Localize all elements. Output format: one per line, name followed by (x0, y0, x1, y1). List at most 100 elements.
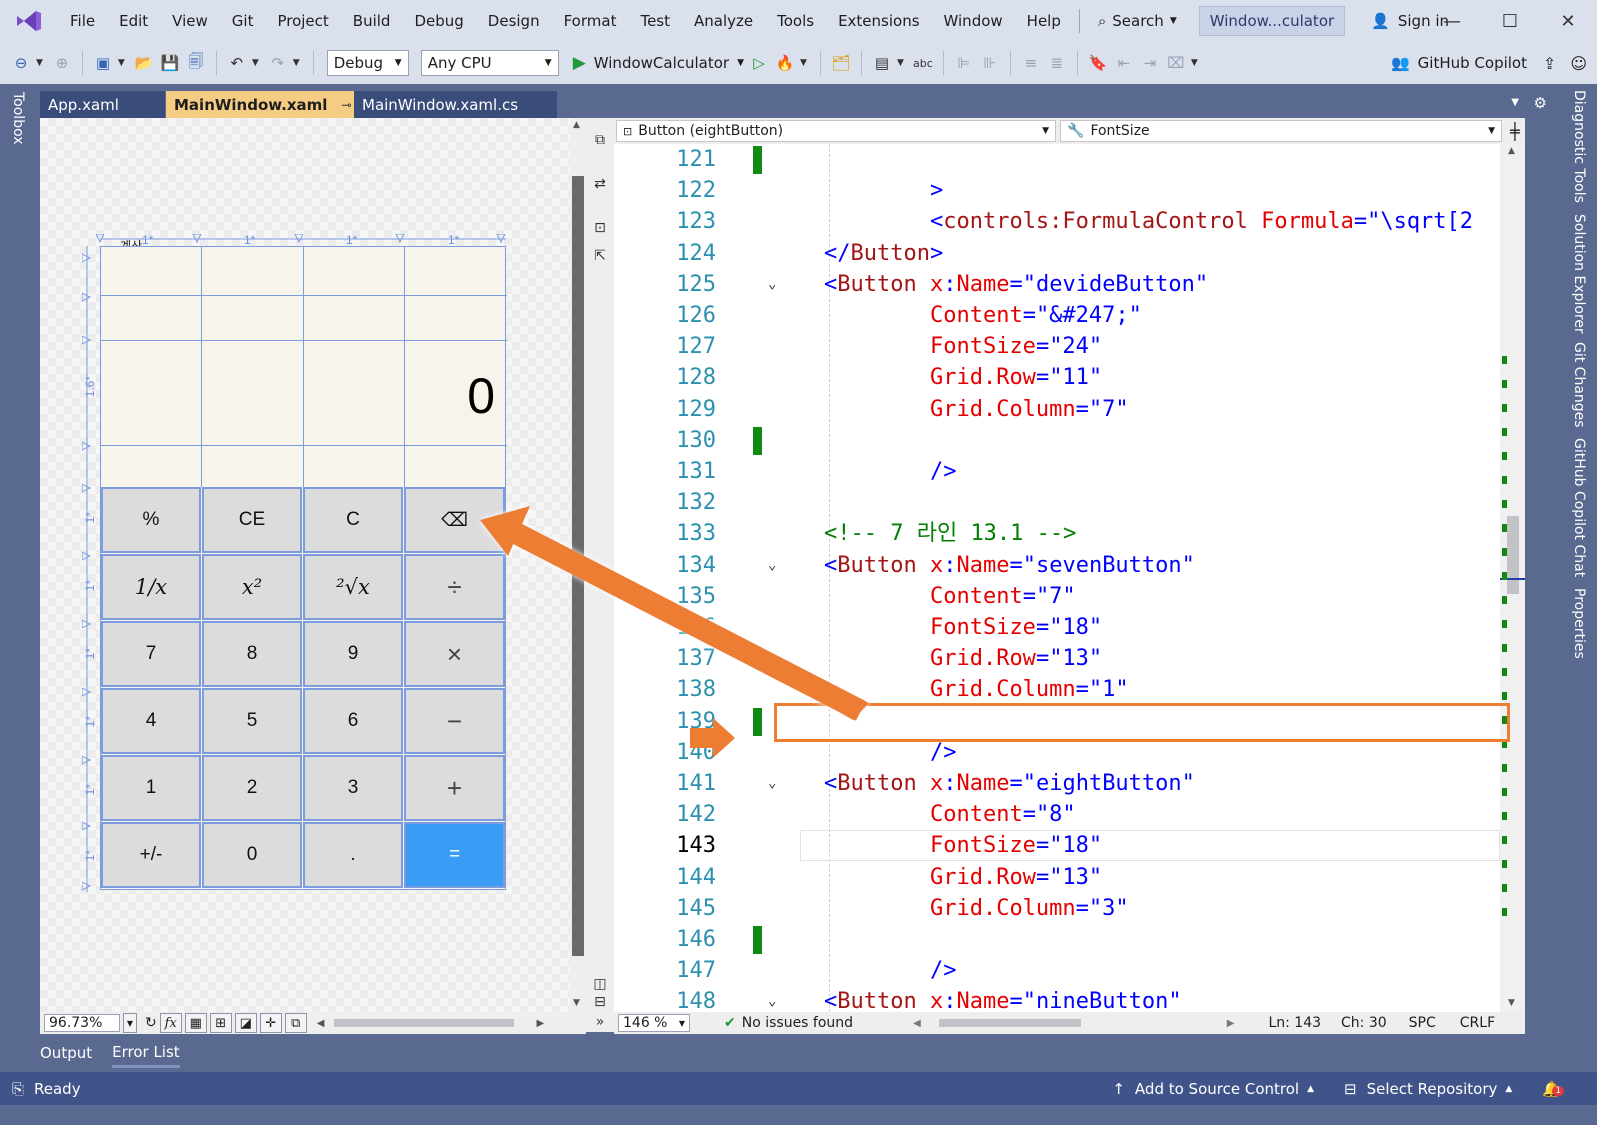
code-line[interactable]: 145 Grid.Column="3" (614, 893, 1500, 924)
three-button[interactable]: 3 (303, 755, 403, 821)
code-line[interactable]: 131 /> (614, 456, 1500, 487)
select-repository-button[interactable]: Select Repository (1367, 1080, 1498, 1098)
output-tab[interactable]: Output (40, 1040, 92, 1066)
new-project-icon[interactable]: ▣ (92, 52, 114, 74)
snap-lines-icon[interactable]: ✛ (259, 1013, 282, 1033)
scroll-thumb[interactable] (1507, 516, 1519, 594)
fold-toggle-icon[interactable]: ⌄ (768, 269, 776, 300)
designer-vertical-scrollbar[interactable]: ▲ ▼ (570, 118, 586, 1032)
scroll-down-icon[interactable]: ▼ (1508, 998, 1515, 1008)
menu-item-build[interactable]: Build (341, 0, 403, 42)
seven-button[interactable]: 7 (101, 621, 201, 687)
reciprocal-button[interactable]: 1/x (101, 554, 201, 620)
square-button[interactable]: x² (202, 554, 302, 620)
snap-grid-icon[interactable]: ⊞ (209, 1013, 232, 1033)
horizontal-scroll-thumb[interactable] (334, 1019, 515, 1027)
code-line[interactable]: 147 /> (614, 955, 1500, 986)
close-icon[interactable]: ✕ (1539, 0, 1597, 42)
expand-pane-icon[interactable]: ⇱ (592, 248, 608, 264)
chevron-down-icon[interactable]: ▼ (118, 58, 125, 68)
solution-explorer-icon[interactable]: 🗂 (830, 52, 852, 74)
scroll-down-icon[interactable]: ▼ (573, 998, 580, 1008)
code-line[interactable]: 142 Content="8" (614, 799, 1500, 830)
tab-mainwindow-xaml[interactable]: MainWindow.xaml ⊸ ✕ (166, 91, 375, 118)
row-size-label[interactable]: 1* (83, 716, 97, 727)
add-split-icon[interactable]: ╪ (1510, 122, 1520, 141)
code-line[interactable]: 137 Grid.Row="13" (614, 643, 1500, 674)
row-size-label[interactable]: 1.6* (83, 376, 97, 397)
code-line[interactable]: 146 (614, 924, 1500, 955)
fold-toggle-icon[interactable]: ⌄ (768, 768, 776, 799)
hot-reload-icon[interactable]: 🔥 (774, 52, 796, 74)
properties-tab[interactable]: Properties (1571, 588, 1587, 659)
previous-bookmark-icon[interactable]: ⇤ (1113, 52, 1135, 74)
maximize-icon[interactable]: ☐ (1481, 0, 1539, 42)
code-line[interactable]: 132 (614, 487, 1500, 518)
editor-zoom-dropdown[interactable]: 146 % ▼ (618, 1014, 690, 1032)
row-size-label[interactable]: 1* (83, 850, 97, 861)
collapse-pane-icon[interactable]: » (592, 1014, 608, 1030)
split-vertical-icon[interactable]: ⊟ (592, 994, 608, 1010)
align-left-icon[interactable]: ⊫ (953, 52, 975, 74)
comment-icon[interactable]: ≡ (1020, 52, 1042, 74)
redo-icon[interactable]: ↷ (267, 52, 289, 74)
pop-out-icon[interactable]: ⧉ (592, 132, 608, 148)
clear-bookmarks-icon[interactable]: ⌧ (1165, 52, 1187, 74)
settings-gear-icon[interactable]: ⚙ (1534, 94, 1547, 112)
scroll-up-icon[interactable]: ▲ (1508, 146, 1515, 156)
code-line[interactable]: 133 <!-- 7 라인 13.1 --> (614, 518, 1500, 549)
add-to-source-control-button[interactable]: Add to Source Control (1135, 1080, 1299, 1098)
indent-indicator[interactable]: SPC (1409, 1015, 1436, 1031)
code-line[interactable]: 128 Grid.Row="11" (614, 362, 1500, 393)
github-copilot-chat-tab[interactable]: GitHub Copilot Chat (1571, 438, 1587, 577)
scroll-up-icon[interactable]: ▲ (573, 120, 580, 130)
code-line[interactable]: 121 (614, 144, 1500, 175)
diagnostic-tools-tab[interactable]: Diagnostic Tools (1571, 90, 1587, 203)
code-line[interactable]: 138 Grid.Column="1" (614, 674, 1500, 705)
code-line[interactable]: 134 ⌄ <Button x:Name="sevenButton" (614, 550, 1500, 581)
toolbox-tab[interactable]: Toolbox (10, 92, 26, 145)
property-dropdown[interactable]: 🔧 FontSize ▼ (1060, 120, 1502, 142)
start-debugging-button[interactable]: ▶ WindowCalculator ▼ (573, 53, 744, 73)
code-line[interactable]: 135 Content="7" (614, 581, 1500, 612)
line-ending-indicator[interactable]: CRLF (1460, 1015, 1495, 1031)
share-icon[interactable]: ⇪ (1543, 54, 1556, 73)
vertical-split-icon[interactable]: ⊡ (592, 220, 608, 236)
row-size-label[interactable]: 1* (83, 580, 97, 591)
back-icon[interactable]: ⊖ (10, 52, 32, 74)
menu-item-edit[interactable]: Edit (107, 0, 160, 42)
uncomment-icon[interactable]: ≣ (1046, 52, 1068, 74)
tab-list-dropdown-icon[interactable]: ▼ (1511, 97, 1519, 108)
one-button[interactable]: 1 (101, 755, 201, 821)
fold-toggle-icon[interactable]: ⌄ (768, 986, 776, 1012)
menu-item-git[interactable]: Git (220, 0, 266, 42)
configuration-dropdown[interactable]: Debug ▼ (326, 50, 409, 76)
tab-mainwindow-xaml-cs[interactable]: MainWindow.xaml.cs (354, 91, 557, 118)
code-line[interactable]: 122 > (614, 175, 1500, 206)
code-line[interactable]: 126 Content="&#247;" (614, 300, 1500, 331)
calculator-preview[interactable]: 0 % CE C ⌫ 1/x x² ²√x ÷ 7 8 9 × 4 5 6−1 2 3 + +/- 0. = (100, 246, 507, 890)
refresh-icon[interactable]: ↻ (145, 1015, 157, 1031)
code-line[interactable]: 144 Grid.Row="13" (614, 862, 1500, 893)
row-size-label[interactable]: 1* (83, 512, 97, 523)
nine-button[interactable]: 9 (303, 621, 403, 687)
error-list-tab[interactable]: Error List (112, 1039, 180, 1068)
search-button[interactable]: ⌕ Search ▼ (1086, 0, 1189, 42)
code-line[interactable]: 130 (614, 425, 1500, 456)
column-indicator[interactable]: Ch: 30 (1341, 1015, 1387, 1031)
percent-button[interactable]: % (101, 487, 201, 553)
spell-check-icon[interactable]: abc (912, 52, 934, 74)
notifications-bell-icon[interactable]: 🔔1 (1542, 1080, 1565, 1098)
scroll-left-icon[interactable]: ◀ (913, 1018, 921, 1029)
equals-button[interactable]: = (404, 822, 505, 888)
menu-item-view[interactable]: View (160, 0, 220, 42)
multiply-button[interactable]: × (404, 621, 505, 687)
menu-item-design[interactable]: Design (476, 0, 552, 42)
row-size-label[interactable]: 1* (83, 784, 97, 795)
editor-vertical-scrollbar[interactable]: ▲ ▼ (1500, 144, 1525, 1012)
save-icon[interactable]: 💾 (159, 52, 181, 74)
grid-icon[interactable]: ▦ (184, 1013, 207, 1033)
row-size-label[interactable]: 1* (83, 648, 97, 659)
chevron-down-icon[interactable]: ▼ (897, 58, 904, 68)
feedback-icon[interactable]: ☺ (1570, 54, 1587, 73)
